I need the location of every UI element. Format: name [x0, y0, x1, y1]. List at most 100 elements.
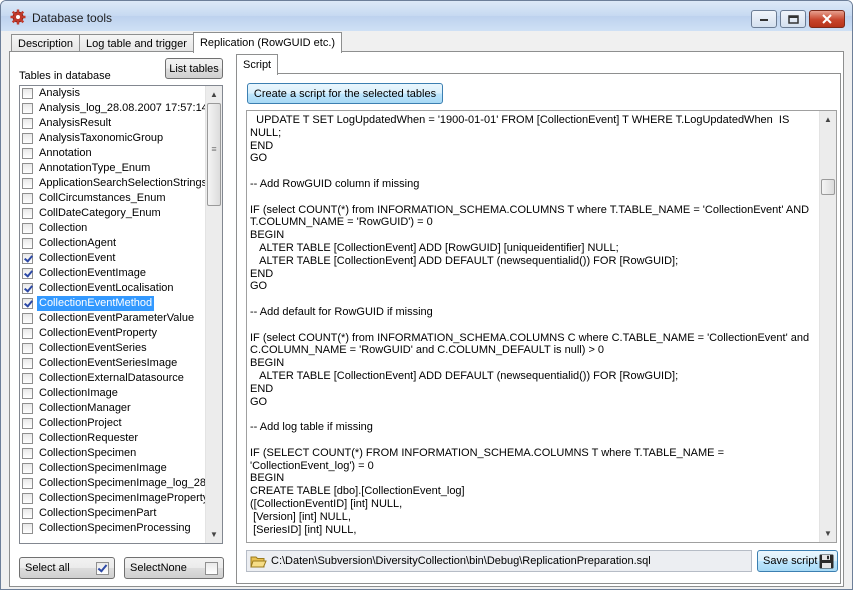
table-list-item[interactable]: CollectionSpecimenImage_log_28.0 — [20, 476, 222, 491]
maximize-button[interactable] — [780, 10, 806, 28]
table-list-item[interactable]: CollectionSpecimen — [20, 446, 222, 461]
window-title: Database tools — [32, 11, 113, 25]
table-checkbox[interactable] — [22, 268, 33, 279]
table-list-item[interactable]: CollectionExternalDatasource — [20, 371, 222, 386]
tables-scrollbar[interactable]: ▲ ≡ ▼ — [205, 86, 222, 543]
table-name: CollectionSpecimenImage — [39, 462, 167, 474]
table-list-item[interactable]: CollCircumstances_Enum — [20, 191, 222, 206]
select-all-button[interactable]: Select all — [19, 557, 115, 579]
table-checkbox[interactable] — [22, 148, 33, 159]
select-none-checkbox — [205, 562, 218, 575]
select-none-button[interactable]: SelectNone — [124, 557, 224, 579]
table-list-item[interactable]: Analysis_log_28.08.2007 17:57:14 — [20, 101, 222, 116]
scroll-up-arrow[interactable]: ▲ — [206, 86, 222, 103]
table-checkbox[interactable] — [22, 133, 33, 144]
script-scroll-down-arrow[interactable]: ▼ — [820, 525, 836, 542]
table-name: CollectionEvent — [39, 252, 116, 264]
table-list-item[interactable]: CollectionRequester — [20, 431, 222, 446]
table-checkbox[interactable] — [22, 313, 33, 324]
script-scrollbar[interactable]: ▲ ▼ — [819, 111, 836, 542]
script-scroll-thumb[interactable] — [821, 179, 835, 195]
table-checkbox[interactable] — [22, 478, 33, 489]
floppy-disk-icon — [819, 554, 834, 569]
list-tables-button[interactable]: List tables — [165, 58, 223, 79]
table-list-item[interactable]: CollectionSpecimenImage — [20, 461, 222, 476]
table-list-item[interactable]: CollectionSpecimenPart — [20, 506, 222, 521]
table-list-item[interactable]: Annotation — [20, 146, 222, 161]
table-list-item[interactable]: CollectionSpecimenImageProperty — [20, 491, 222, 506]
table-checkbox[interactable] — [22, 163, 33, 174]
table-checkbox[interactable] — [22, 388, 33, 399]
table-list-item[interactable]: AnalysisResult — [20, 116, 222, 131]
table-checkbox[interactable] — [22, 508, 33, 519]
tables-checklist[interactable]: Analysis Analysis_log_28.08.2007 17:57:14… — [19, 85, 223, 544]
table-list-item[interactable]: CollectionImage — [20, 386, 222, 401]
table-list-item[interactable]: CollectionEventSeries — [20, 341, 222, 356]
table-list-item[interactable]: Analysis — [20, 86, 222, 101]
table-name: CollectionImage — [39, 387, 118, 399]
table-list-item[interactable]: CollectionManager — [20, 401, 222, 416]
script-scroll-up-arrow[interactable]: ▲ — [820, 111, 836, 128]
close-icon — [822, 14, 832, 24]
select-none-label: SelectNone — [130, 562, 187, 574]
table-list-item[interactable]: Collection — [20, 221, 222, 236]
close-button[interactable] — [809, 10, 845, 28]
table-name: CollectionEventSeries — [39, 342, 147, 354]
scroll-down-arrow[interactable]: ▼ — [206, 526, 222, 543]
table-name: CollectionRequester — [39, 432, 139, 444]
table-name: ApplicationSearchSelectionStrings — [39, 177, 208, 189]
table-name: CollectionExternalDatasource — [39, 372, 184, 384]
table-list-item[interactable]: AnalysisTaxonomicGroup — [20, 131, 222, 146]
table-list-item[interactable]: AnnotationType_Enum — [20, 161, 222, 176]
maximize-icon — [787, 14, 799, 24]
table-checkbox[interactable] — [22, 103, 33, 114]
tab-script[interactable]: Script — [236, 54, 279, 75]
tab-replication[interactable]: Replication (RowGUID etc.) — [192, 32, 343, 53]
table-checkbox[interactable] — [22, 238, 33, 249]
table-checkbox[interactable] — [22, 283, 33, 294]
minimize-button[interactable] — [751, 10, 777, 28]
table-checkbox[interactable] — [22, 373, 33, 384]
file-path-field[interactable]: C:\Daten\Subversion\DiversityCollection\… — [246, 550, 752, 572]
table-checkbox[interactable] — [22, 463, 33, 474]
folder-open-icon[interactable] — [250, 554, 267, 569]
table-list-item[interactable]: CollectionAgent — [20, 236, 222, 251]
table-checkbox[interactable] — [22, 298, 33, 309]
table-checkbox[interactable] — [22, 253, 33, 264]
table-checkbox[interactable] — [22, 433, 33, 444]
table-checkbox[interactable] — [22, 448, 33, 459]
table-checkbox[interactable] — [22, 223, 33, 234]
table-checkbox[interactable] — [22, 493, 33, 504]
table-checkbox[interactable] — [22, 358, 33, 369]
title-bar[interactable]: Database tools — [1, 1, 852, 31]
table-list-item[interactable]: CollectionEventProperty — [20, 326, 222, 341]
table-checkbox[interactable] — [22, 523, 33, 534]
table-list-item[interactable]: CollectionEventLocalisation — [20, 281, 222, 296]
table-list-item[interactable]: CollectionSpecimenProcessing — [20, 521, 222, 536]
table-list-item[interactable]: CollectionEventParameterValue — [20, 311, 222, 326]
table-name: Annotation — [39, 147, 92, 159]
table-checkbox[interactable] — [22, 343, 33, 354]
table-checkbox[interactable] — [22, 328, 33, 339]
table-checkbox[interactable] — [22, 178, 33, 189]
table-list-item[interactable]: ApplicationSearchSelectionStrings — [20, 176, 222, 191]
table-list-item[interactable]: CollectionEventMethod — [20, 296, 222, 311]
table-list-item[interactable]: CollectionProject — [20, 416, 222, 431]
table-checkbox[interactable] — [22, 118, 33, 129]
table-name: CollectionSpecimenImageProperty — [39, 492, 209, 504]
table-name: CollectionEventSeriesImage — [39, 357, 178, 369]
table-checkbox[interactable] — [22, 88, 33, 99]
table-list-item[interactable]: CollDateCategory_Enum — [20, 206, 222, 221]
table-list-item[interactable]: CollectionEvent — [20, 251, 222, 266]
table-checkbox[interactable] — [22, 403, 33, 414]
script-textbox[interactable]: UPDATE T SET LogUpdatedWhen = '1900-01-0… — [246, 110, 837, 543]
table-checkbox[interactable] — [22, 193, 33, 204]
select-all-label: Select all — [25, 562, 70, 574]
table-list-item[interactable]: CollectionEventImage — [20, 266, 222, 281]
create-script-button[interactable]: Create a script for the selected tables — [247, 83, 443, 104]
table-checkbox[interactable] — [22, 208, 33, 219]
save-script-button[interactable]: Save script — [757, 550, 838, 572]
table-list-item[interactable]: CollectionEventSeriesImage — [20, 356, 222, 371]
table-name: CollectionEventImage — [39, 267, 147, 279]
table-checkbox[interactable] — [22, 418, 33, 429]
